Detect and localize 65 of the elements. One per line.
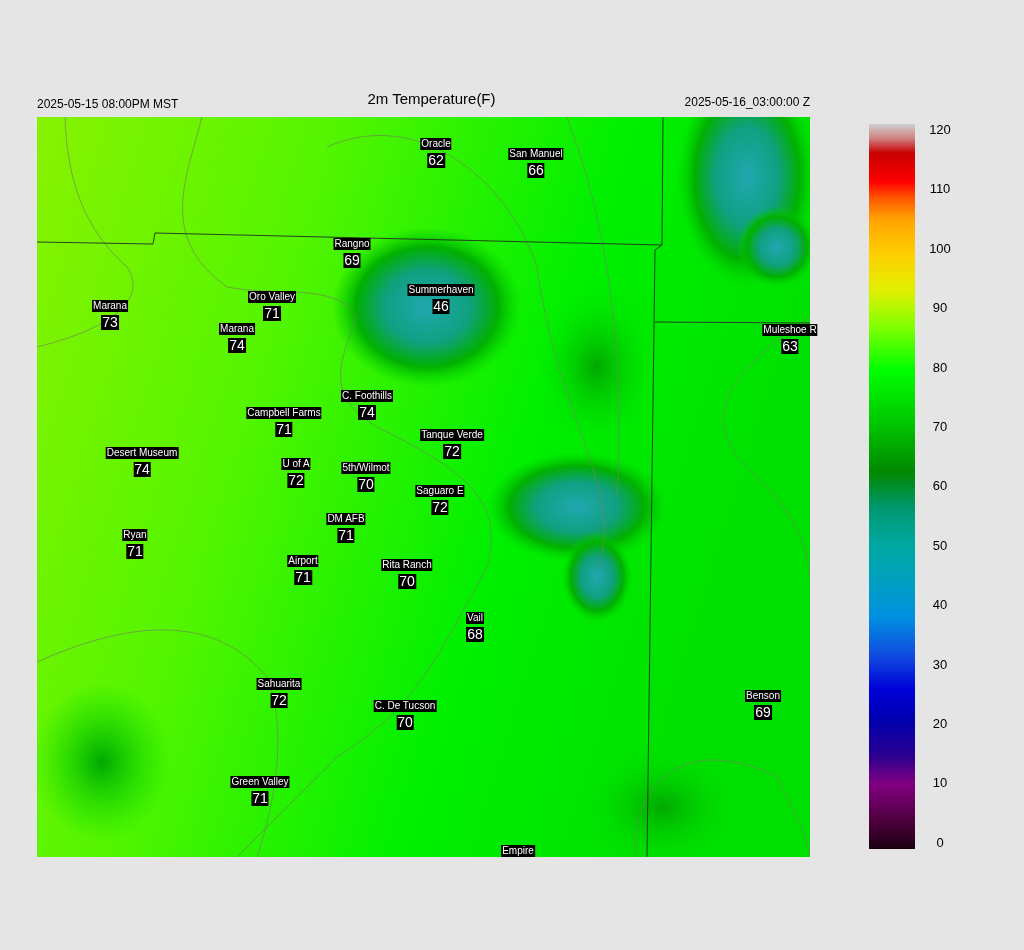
station-name: Rita Ranch (381, 559, 433, 571)
station-temperature: 70 (398, 574, 416, 589)
station-name: Summerhaven (407, 284, 475, 296)
station-name: Benson (745, 690, 781, 702)
station-name: U of A (281, 458, 311, 470)
station-temperature: 72 (443, 444, 461, 459)
colorbar-tick-label: 0 (935, 835, 945, 850)
station-temperature: 71 (337, 528, 355, 543)
colorbar-tick-label: 40 (931, 598, 949, 613)
station-temperature: 62 (427, 153, 445, 168)
colorbar-tick-label: 10 (931, 776, 949, 791)
station-temperature: 63 (781, 339, 799, 354)
station-name: Marana (92, 300, 128, 312)
station-name: Oro Valley (248, 291, 296, 303)
colorbar-tick-label: 20 (931, 717, 949, 732)
station-name: Sahuarita (256, 678, 302, 690)
station-name: C. De Tucson (373, 700, 437, 712)
station-name: Tanque Verde (420, 429, 484, 441)
station-temperature: 72 (431, 500, 449, 515)
station-name: Oracle (420, 138, 452, 150)
station-name: Green Valley (230, 776, 290, 788)
station-name: Empire (501, 845, 535, 857)
station-temperature: 46 (432, 299, 450, 314)
station-temperature: 74 (133, 462, 151, 477)
colorbar-tick-label: 70 (931, 420, 949, 435)
colorbar-tick-label: 60 (931, 479, 949, 494)
station-name: Desert Museum (105, 447, 179, 459)
chart-title: 2m Temperature(F) (367, 89, 496, 109)
station-temperature: 71 (275, 422, 293, 437)
station-temperature: 68 (466, 627, 484, 642)
station-name: C. Foothills (341, 390, 393, 402)
colorbar-tick-label: 110 (929, 182, 951, 197)
station-name: DM AFB (326, 513, 366, 525)
station-temperature: 69 (343, 253, 361, 268)
valid-time: 2025-05-15 08:00PM MST (37, 96, 179, 113)
colorbar-tick-label: 120 (929, 123, 951, 137)
station-temperature: 71 (263, 306, 281, 321)
station-temperature: 72 (270, 693, 288, 708)
station-temperature: 72 (287, 473, 305, 488)
station-temperature: 70 (357, 477, 375, 492)
colorbar-tick-label: 100 (929, 241, 951, 256)
station-temperature: 71 (126, 544, 144, 559)
station-name: Ryan (122, 529, 148, 541)
station-temperature: 71 (294, 570, 312, 585)
colorbar-tick-label: 90 (931, 301, 949, 316)
station-temperature: 73 (101, 315, 119, 330)
station-name: 5th/Wilmot (341, 462, 391, 474)
station-temperature: 71 (251, 791, 269, 806)
station-temperature: 70 (396, 715, 414, 730)
station-name: Vail (466, 612, 484, 624)
station-name: Airport (287, 555, 319, 567)
colorbar-tick-label: 30 (931, 657, 949, 672)
station-temperature: 69 (754, 705, 772, 720)
colorbar-tick-label: 50 (931, 538, 949, 553)
model-time: 2025-05-16_03:00:00 Z (684, 94, 810, 111)
station-temperature: 66 (527, 163, 545, 178)
station-name: Marana (219, 323, 255, 335)
station-temperature: 74 (228, 338, 246, 353)
station-name: Muleshoe R (762, 324, 818, 336)
station-name: Rangno (333, 238, 371, 250)
station-temperature: 74 (358, 405, 376, 420)
colorbar-tick-label: 80 (931, 360, 949, 375)
station-name: San Manuel (508, 148, 564, 160)
station-name: Campbell Farms (246, 407, 322, 419)
station-name: Saguaro E (415, 485, 465, 497)
